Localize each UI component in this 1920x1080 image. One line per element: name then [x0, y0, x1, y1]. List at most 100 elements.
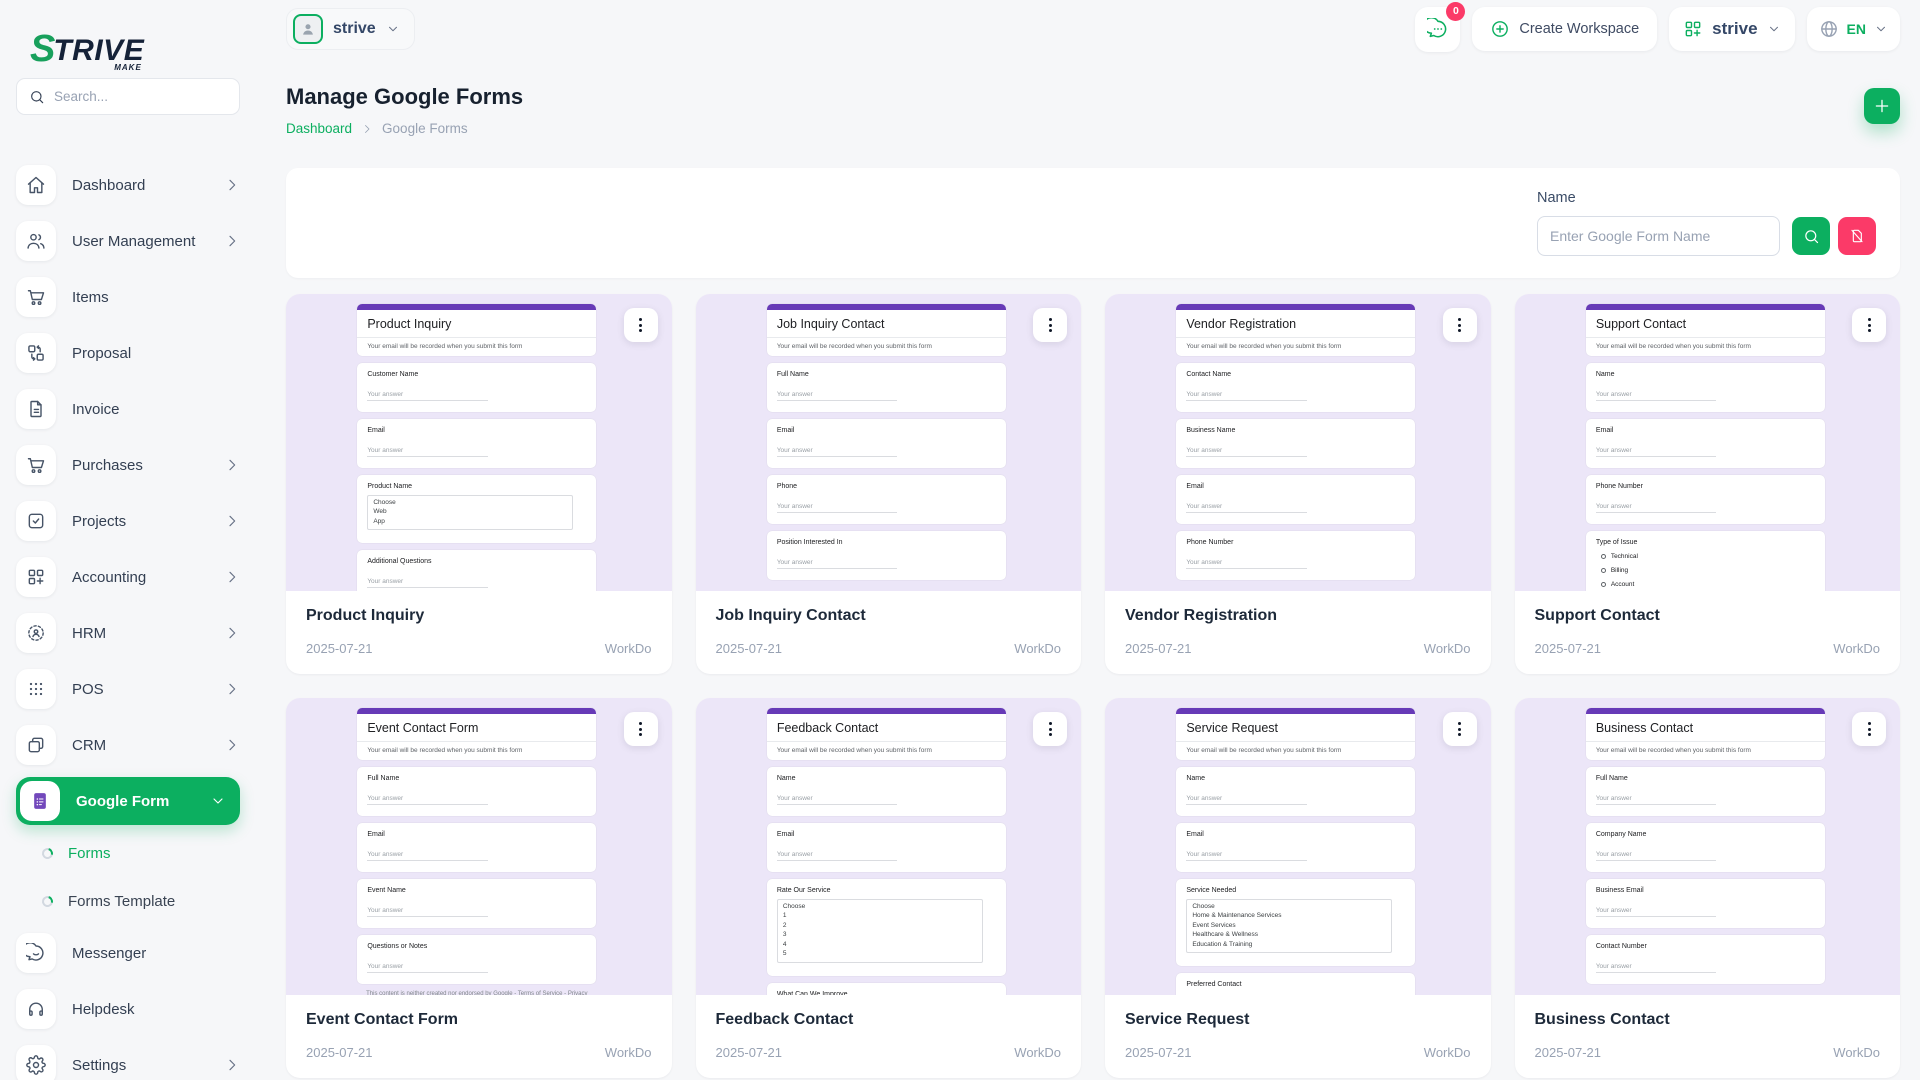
sidebar-item-helpdesk[interactable]: Helpdesk	[16, 981, 240, 1037]
gform-select-option: 5	[783, 949, 977, 958]
gform-field: Contact NumberYour answer	[1586, 935, 1825, 984]
gform-field: EmailYour answer	[357, 823, 596, 872]
gform-field-label: Email	[367, 427, 586, 434]
sidebar-item-settings[interactable]: Settings	[16, 1037, 240, 1080]
gform-answer-placeholder: Your answer	[1186, 447, 1306, 457]
form-card-job-inquiry-contact: Job Inquiry ContactYour email will be re…	[696, 294, 1082, 674]
gform-title: Feedback Contact	[777, 721, 996, 735]
form-preview[interactable]: Vendor RegistrationYour email will be re…	[1105, 294, 1491, 591]
chevron-right-icon	[224, 1057, 240, 1073]
breadcrumb-dashboard-link[interactable]: Dashboard	[286, 121, 352, 136]
breadcrumb-separator-icon	[361, 123, 373, 135]
sidebar-item-crm[interactable]: CRM	[16, 717, 240, 773]
chevron-right-icon	[224, 625, 240, 641]
search-icon	[29, 89, 45, 105]
form-preview[interactable]: Product InquiryYour email will be record…	[286, 294, 672, 591]
sidebar-item-invoice[interactable]: Invoice	[16, 381, 240, 437]
brand-logo[interactable]: STRIVE MAKE	[16, 12, 240, 70]
card-options-button[interactable]	[1443, 308, 1477, 342]
sidebar-icon-box	[16, 989, 56, 1029]
gform-email-note: Your email will be recorded when you sub…	[767, 338, 1006, 356]
gform-field: Contact NameYour answer	[1176, 363, 1415, 412]
sidebar-item-label: POS	[72, 681, 224, 698]
card-options-button[interactable]	[1443, 712, 1477, 746]
gform-field-label: Type of Issue	[1596, 539, 1815, 546]
card-title: Feedback Contact	[716, 1011, 1062, 1029]
gform-field-label: Email	[777, 831, 996, 838]
workspace-select[interactable]: strive	[1669, 7, 1794, 51]
gform-header-block: Product InquiryYour email will be record…	[357, 304, 596, 356]
sidebar-icon-box	[16, 725, 56, 765]
card-options-button[interactable]	[1033, 308, 1067, 342]
card-options-button[interactable]	[1852, 308, 1886, 342]
add-form-button[interactable]	[1864, 88, 1900, 124]
sidebar-item-projects[interactable]: Projects	[16, 493, 240, 549]
card-title: Service Request	[1125, 1011, 1471, 1029]
gform-field-label: Phone Number	[1186, 539, 1405, 546]
gform-field: Additional QuestionsYour answer	[357, 550, 596, 591]
google-form-icon	[30, 791, 50, 811]
workspace-chip[interactable]: strive	[286, 8, 415, 50]
card-options-button[interactable]	[624, 308, 658, 342]
gform-field-label: Full Name	[367, 775, 586, 782]
sidebar-item-dashboard[interactable]: Dashboard	[16, 157, 240, 213]
breadcrumb: Dashboard Google Forms	[286, 121, 523, 136]
workspace-chip-label: strive	[333, 20, 376, 38]
workspace-select-label: strive	[1712, 19, 1757, 39]
gform-field-label: Preferred Contact	[1186, 981, 1405, 988]
search-input[interactable]	[54, 89, 231, 104]
create-workspace-button[interactable]: Create Workspace	[1472, 7, 1657, 51]
card-owner: WorkDo	[605, 641, 652, 656]
sidebar-item-items[interactable]: Items	[16, 269, 240, 325]
gform-sheet: Event Contact FormYour email will be rec…	[357, 708, 596, 995]
gform-select-option: Choose	[1192, 902, 1386, 911]
form-preview[interactable]: Business ContactYour email will be recor…	[1515, 698, 1901, 995]
gform-field: Position Interested InYour answer	[767, 531, 1006, 580]
filter-clear-button[interactable]	[1838, 217, 1876, 255]
form-preview[interactable]: Event Contact FormYour email will be rec…	[286, 698, 672, 995]
dots-grid-icon	[26, 679, 46, 699]
gform-answer-placeholder: Your answer	[1596, 851, 1716, 861]
filter-search-button[interactable]	[1792, 217, 1830, 255]
gform-field: NameYour answer	[767, 767, 1006, 816]
form-preview[interactable]: Feedback ContactYour email will be recor…	[696, 698, 1082, 995]
gform-field: EmailYour answer	[1176, 823, 1415, 872]
sidebar-item-hrm[interactable]: HRM	[16, 605, 240, 661]
sidebar-item-accounting[interactable]: Accounting	[16, 549, 240, 605]
form-preview[interactable]: Support ContactYour email will be record…	[1515, 294, 1901, 591]
gform-header-block: Service RequestYour email will be record…	[1176, 708, 1415, 760]
gform-title: Event Contact Form	[367, 721, 586, 735]
gform-title: Vendor Registration	[1186, 317, 1405, 331]
gform-select-option: 2	[783, 921, 977, 930]
gform-sheet: Business ContactYour email will be recor…	[1586, 708, 1825, 991]
sidebar-subitem-forms[interactable]: Forms	[16, 829, 240, 877]
card-owner: WorkDo	[1424, 1045, 1471, 1060]
language-select[interactable]: EN	[1807, 7, 1900, 51]
gear-icon	[26, 1055, 46, 1075]
sidebar-item-messenger[interactable]: Messenger	[16, 925, 240, 981]
card-owner: WorkDo	[1424, 641, 1471, 656]
gform-field-label: Additional Questions	[367, 558, 586, 565]
form-preview[interactable]: Service RequestYour email will be record…	[1105, 698, 1491, 995]
form-preview[interactable]: Job Inquiry ContactYour email will be re…	[696, 294, 1082, 591]
card-title: Event Contact Form	[306, 1011, 652, 1029]
card-options-button[interactable]	[624, 712, 658, 746]
sidebar-item-pos[interactable]: POS	[16, 661, 240, 717]
gform-field: EmailYour answer	[357, 419, 596, 468]
sidebar-subitem-forms-template[interactable]: Forms Template	[16, 877, 240, 925]
messages-button[interactable]: 0	[1415, 7, 1460, 52]
gform-answer-placeholder: Your answer	[367, 963, 487, 973]
sidebar-item-google-form[interactable]: Google Form	[16, 777, 240, 825]
sidebar-icon-box	[16, 501, 56, 541]
sidebar-item-purchases[interactable]: Purchases	[16, 437, 240, 493]
card-options-button[interactable]	[1033, 712, 1067, 746]
card-date: 2025-07-21	[716, 641, 783, 656]
gform-field: Questions or NotesYour answer	[357, 935, 596, 984]
form-name-input[interactable]	[1537, 216, 1780, 256]
gform-field-label: Email	[1596, 427, 1815, 434]
card-options-button[interactable]	[1852, 712, 1886, 746]
sidebar-item-proposal[interactable]: Proposal	[16, 325, 240, 381]
sidebar-item-label: User Management	[72, 233, 224, 250]
sidebar-icon-box	[16, 1045, 56, 1080]
sidebar-item-user-management[interactable]: User Management	[16, 213, 240, 269]
